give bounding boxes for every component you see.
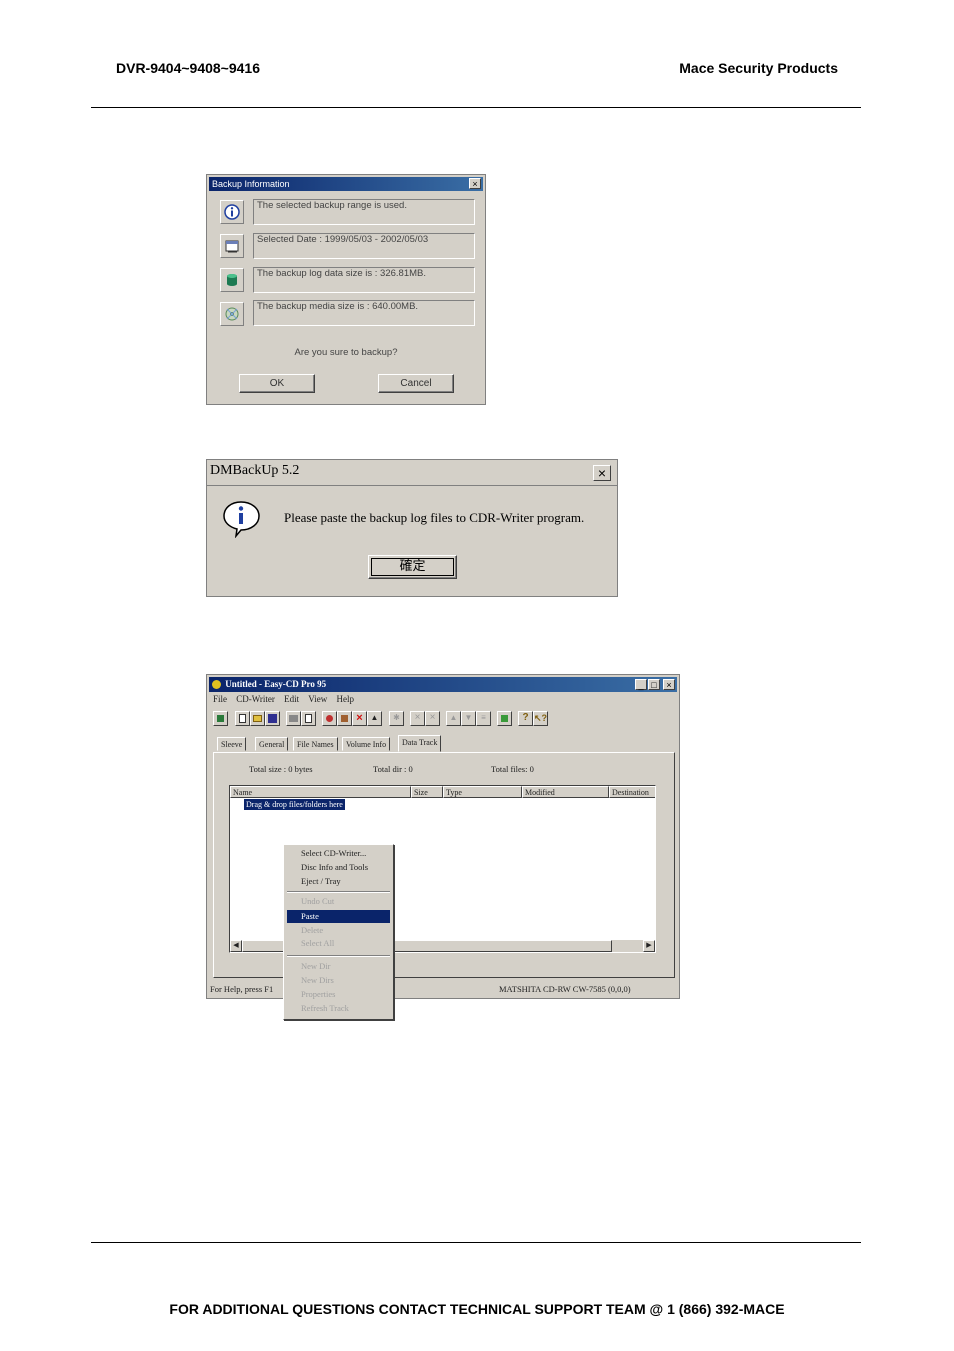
- column-destination[interactable]: Destination: [609, 786, 655, 798]
- dialog-title-bar: Backup Information: [209, 177, 483, 191]
- status-drive-text: MATSHITA CD-RW CW-7585 (0,0,0): [499, 984, 631, 994]
- info-icon: [222, 500, 262, 543]
- menu-file[interactable]: File: [213, 694, 227, 704]
- help-question-icon[interactable]: ?: [518, 711, 533, 726]
- print-preview-icon[interactable]: [301, 711, 316, 726]
- footer-divider: [91, 1242, 861, 1243]
- confirm-question: Are you sure to backup?: [294, 347, 398, 358]
- menu-cd-writer[interactable]: CD-Writer: [236, 694, 275, 704]
- dialog-title: DMBackUp 5.2: [210, 463, 300, 478]
- refresh-icon[interactable]: [497, 711, 512, 726]
- minimize-button[interactable]: _: [635, 679, 647, 690]
- paste-instruction-text: Please paste the backup log files to CDR…: [284, 510, 585, 525]
- disabled-down-icon: ▼: [461, 711, 476, 726]
- backup-range-text: The selected backup range is used.: [257, 200, 407, 211]
- open-folder-icon[interactable]: [250, 711, 265, 726]
- close-button[interactable]: ×: [663, 679, 675, 690]
- menu-item-select-cd-writer[interactable]: Select CD-Writer...: [301, 848, 366, 858]
- disabled-list-icon: ≡: [476, 711, 491, 726]
- tab-strip: Sleeve General File Names Volume Info Da…: [217, 735, 667, 753]
- menu-separator: [287, 891, 390, 893]
- tab-data-track[interactable]: Data Track: [398, 735, 442, 752]
- menu-item-new-dirs: New Dirs: [301, 975, 334, 985]
- menu-help[interactable]: Help: [336, 694, 354, 704]
- menu-item-disc-info[interactable]: Disc Info and Tools: [301, 862, 368, 872]
- maximize-button[interactable]: □: [648, 679, 660, 690]
- window-title: Untitled - Easy-CD Pro 95: [225, 679, 327, 689]
- context-menu: Select CD-Writer... Disc Info and Tools …: [283, 844, 394, 1020]
- close-button[interactable]: ×: [593, 465, 611, 481]
- database-icon: [220, 268, 244, 292]
- cancel-button[interactable]: Cancel: [378, 374, 454, 393]
- column-name[interactable]: Name: [230, 786, 411, 798]
- menu-item-properties: Properties: [301, 989, 336, 999]
- dmbackup-message-dialog: DMBackUp 5.2 × Please paste the backup l…: [206, 459, 618, 597]
- disabled-star-icon: ✱: [389, 711, 404, 726]
- status-help-text: For Help, press F1: [210, 984, 274, 994]
- window-title-bar: Untitled - Easy-CD Pro 95: [209, 677, 677, 692]
- document-model-header: DVR-9404~9408~9416: [116, 60, 261, 76]
- easy-cd-pro-window: Untitled - Easy-CD Pro 95 _ □ × File CD-…: [206, 674, 680, 999]
- log-data-size-text: The backup log data size is : 326.81MB.: [257, 268, 426, 279]
- new-file-icon[interactable]: [235, 711, 250, 726]
- menu-item-eject-tray[interactable]: Eject / Tray: [301, 876, 341, 886]
- context-help-icon[interactable]: ↖?: [533, 711, 548, 726]
- scroll-right-arrow-icon[interactable]: ▶: [643, 940, 655, 952]
- column-modified[interactable]: Modified: [522, 786, 609, 798]
- menu-item-refresh-track: Refresh Track: [301, 1003, 349, 1013]
- ok-button[interactable]: OK: [239, 374, 315, 393]
- title-divider: [207, 485, 617, 486]
- total-dir-label: Total dir : 0: [373, 764, 413, 774]
- column-size[interactable]: Size: [411, 786, 443, 798]
- confirm-button[interactable]: 確定: [368, 555, 457, 579]
- menu-edit[interactable]: Edit: [284, 694, 299, 704]
- tab-sleeve[interactable]: Sleeve: [217, 737, 247, 751]
- tab-general[interactable]: General: [255, 737, 289, 751]
- delete-x-icon[interactable]: ×: [352, 711, 367, 726]
- menu-bar: File CD-Writer Edit View Help: [213, 694, 354, 704]
- menu-item-select-all: Select All: [301, 938, 335, 948]
- eject-icon[interactable]: ▲: [367, 711, 382, 726]
- tab-volume-info[interactable]: Volume Info: [342, 737, 391, 751]
- dialog-title: Backup Information: [212, 179, 290, 189]
- drop-hint[interactable]: Drag & drop files/folders here: [244, 799, 345, 810]
- toolbar: × ▲ ✱ × × ▲ ▼ ≡ ? ↖?: [213, 711, 673, 727]
- disabled-up-icon: ▲: [446, 711, 461, 726]
- tab-file-names[interactable]: File Names: [293, 737, 338, 751]
- menu-item-undo-cut: Undo Cut: [301, 896, 335, 906]
- support-contact-footer: FOR ADDITIONAL QUESTIONS CONTACT TECHNIC…: [169, 1301, 785, 1317]
- find-icon[interactable]: [322, 711, 337, 726]
- scroll-left-arrow-icon[interactable]: ◀: [230, 940, 242, 952]
- menu-item-paste[interactable]: Paste: [301, 911, 319, 921]
- backup-information-dialog: Backup Information × The selected backup…: [206, 174, 486, 405]
- media-icon: [220, 302, 244, 326]
- column-type[interactable]: Type: [443, 786, 522, 798]
- menu-item-delete: Delete: [301, 925, 324, 935]
- media-size-text: The backup media size is : 640.00MB.: [257, 301, 419, 312]
- disabled-cut-icon: ×: [410, 711, 425, 726]
- menu-separator: [287, 955, 390, 957]
- app-icon: [212, 680, 221, 690]
- close-button[interactable]: ×: [469, 178, 481, 189]
- wizard-icon[interactable]: [213, 711, 228, 726]
- selected-date-text: Selected Date : 1999/05/03 - 2002/05/03: [257, 234, 429, 245]
- info-icon: [220, 200, 244, 224]
- document-company-header: Mace Security Products: [679, 60, 838, 76]
- calendar-icon: [220, 234, 244, 258]
- print-icon[interactable]: [286, 711, 301, 726]
- header-divider: [91, 107, 861, 108]
- total-files-label: Total files: 0: [491, 764, 534, 774]
- disabled-remove-icon: ×: [425, 711, 440, 726]
- save-icon[interactable]: [265, 711, 280, 726]
- menu-item-new-dir: New Dir: [301, 961, 331, 971]
- menu-view[interactable]: View: [308, 694, 327, 704]
- tools-icon[interactable]: [337, 711, 352, 726]
- total-size-label: Total size : 0 bytes: [249, 764, 313, 774]
